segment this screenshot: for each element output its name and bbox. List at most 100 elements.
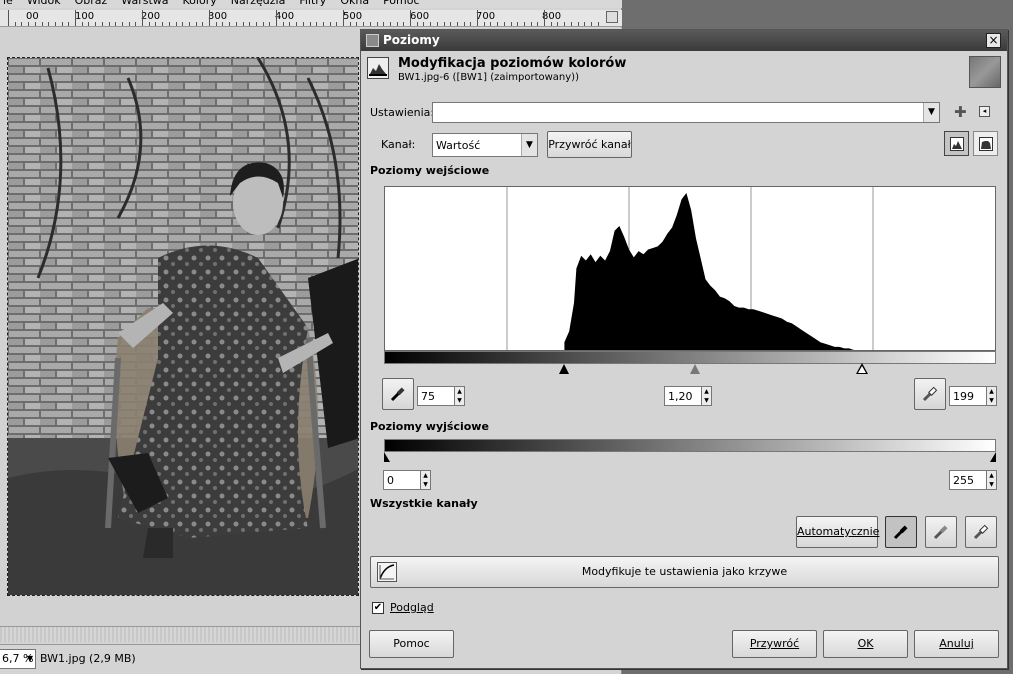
ruler-tick <box>68 22 70 26</box>
ruler-tick <box>590 22 592 26</box>
pick-white-all-button[interactable] <box>965 516 997 548</box>
input-low-spinner[interactable]: 75 ▲ ▼ <box>417 386 465 406</box>
spin-arrows-icon[interactable]: ▲ ▼ <box>986 386 997 406</box>
preset-menu-icon[interactable]: ◂ <box>979 106 990 117</box>
edit-as-curves-button[interactable]: Modyfikuje te ustawienia jako krzywe <box>370 556 999 588</box>
input-low-slider-handle[interactable] <box>559 364 569 374</box>
input-gamma-slider-handle[interactable] <box>689 364 700 374</box>
menubar: le Widok Obraz Warstwa Kolory Narzędzia Filtry… <box>0 0 622 8</box>
ruler-label: 500 <box>343 11 363 22</box>
ruler-tick <box>557 22 559 26</box>
output-levels-gradient[interactable] <box>384 439 996 452</box>
pick-gray-all-button[interactable] <box>925 516 957 548</box>
ruler-tick <box>282 22 284 26</box>
output-high-slider-handle[interactable] <box>990 452 996 462</box>
ruler-tick <box>436 22 438 26</box>
horizontal-scrollbar[interactable] <box>0 626 360 642</box>
menu-windows[interactable]: Okna <box>333 0 376 8</box>
pick-black-point-button[interactable] <box>382 378 414 410</box>
zoom-select[interactable]: 6,7 % ▼ <box>0 649 36 669</box>
ruler-tick <box>121 22 123 26</box>
close-button[interactable]: × <box>986 33 1001 48</box>
settings-label: Ustawienia: <box>370 106 435 119</box>
ruler-tick <box>21 22 23 26</box>
preview-checkbox[interactable]: ✔ <box>372 602 384 614</box>
horizontal-ruler[interactable]: 00 100 200 300 400 500 600 700 800 <box>0 10 622 27</box>
dialog-title: Poziomy <box>383 33 440 47</box>
ruler-tick <box>530 22 532 26</box>
ruler-tick <box>108 22 110 26</box>
menu-tools[interactable]: Narzędzia <box>224 0 293 8</box>
histogram-chart <box>506 187 874 350</box>
photo-canvas[interactable] <box>7 57 359 596</box>
output-high-spinner[interactable]: 255 ▲ ▼ <box>949 470 997 490</box>
dialog-header-title: Modyfikacja poziomów kolorów <box>398 56 627 71</box>
ruler-tick <box>396 22 398 26</box>
menu-filters[interactable]: Filtry <box>292 0 333 8</box>
ruler-tick <box>343 10 344 26</box>
add-preset-icon[interactable]: ✚ <box>954 103 967 121</box>
ruler-tick <box>570 22 572 26</box>
log-histogram-icon <box>979 137 993 151</box>
ruler-tick <box>34 22 36 26</box>
ruler-tick <box>255 22 257 26</box>
ruler-tick <box>222 22 224 26</box>
ruler-tick <box>289 22 291 26</box>
ruler-tick <box>544 10 545 26</box>
ruler-tick <box>537 22 539 26</box>
menu-image[interactable]: Obraz <box>68 0 115 8</box>
dialog-header-subtitle: BW1.jpg-6 ([BW1] (zaimportowany)) <box>398 72 579 83</box>
chevron-down-icon: ▼ <box>923 103 939 122</box>
ruler-tick <box>249 22 251 26</box>
ruler-tick <box>463 22 465 26</box>
spin-arrows-icon[interactable]: ▲ ▼ <box>986 470 997 490</box>
ok-button[interactable]: OK <box>823 630 908 658</box>
reset-channel-button[interactable]: Przywróć kanał <box>547 131 632 158</box>
help-button[interactable]: Pomoc <box>369 630 454 658</box>
ruler-tick <box>8 10 9 26</box>
ruler-tick <box>142 10 143 26</box>
log-histogram-toggle[interactable] <box>973 131 998 156</box>
ruler-tick <box>584 22 586 26</box>
reset-button[interactable]: Przywróć <box>732 630 817 658</box>
pick-black-all-button[interactable] <box>885 516 917 548</box>
channel-value: Wartość <box>436 139 481 152</box>
ruler-tick <box>450 22 452 26</box>
spin-arrows-icon[interactable]: ▲ ▼ <box>420 470 431 490</box>
ruler-tick <box>262 22 264 26</box>
ruler-tick <box>195 22 197 26</box>
menu-help[interactable]: Pomoc <box>376 0 426 8</box>
cancel-button[interactable]: Anuluj <box>914 630 999 658</box>
menu-view[interactable]: Widok <box>20 0 68 8</box>
ruler-tick <box>363 22 365 26</box>
ruler-tick <box>322 22 324 26</box>
cancel-button-label: Anuluj <box>939 637 974 650</box>
input-gamma-spinner[interactable]: 1,20 ▲ ▼ <box>664 386 712 406</box>
channel-label: Kanał: <box>381 138 416 151</box>
settings-combo[interactable]: ▼ <box>432 102 940 123</box>
ruler-tick <box>550 22 552 26</box>
ruler-tick <box>597 22 599 26</box>
input-high-spinner[interactable]: 199 ▲ ▼ <box>949 386 997 406</box>
output-low-value: 0 <box>387 474 394 487</box>
menu-file[interactable]: le <box>0 0 20 8</box>
output-levels-title: Poziomy wyjściowe <box>370 420 489 433</box>
channel-select[interactable]: Wartość ▼ <box>432 133 538 157</box>
pick-white-point-button[interactable] <box>914 378 946 410</box>
auto-button[interactable]: Automatycznie <box>796 516 879 548</box>
input-high-slider-handle[interactable] <box>857 366 866 373</box>
navigate-icon[interactable] <box>606 11 618 23</box>
output-low-spinner[interactable]: 0 ▲ ▼ <box>383 470 431 490</box>
ruler-tick <box>168 22 170 26</box>
output-low-slider-handle[interactable] <box>384 452 390 462</box>
menu-colors[interactable]: Kolory <box>176 0 224 8</box>
ruler-label: 00 <box>26 11 39 22</box>
input-levels-gradient[interactable] <box>384 351 996 364</box>
eyedropper-white-icon <box>922 386 938 402</box>
histogram[interactable] <box>384 186 996 351</box>
menu-layer[interactable]: Warstwa <box>114 0 175 8</box>
linear-histogram-toggle[interactable] <box>944 131 969 156</box>
dialog-titlebar[interactable]: Poziomy × <box>361 30 1007 51</box>
spin-arrows-icon[interactable]: ▲ ▼ <box>701 386 712 406</box>
spin-arrows-icon[interactable]: ▲ ▼ <box>454 386 465 406</box>
